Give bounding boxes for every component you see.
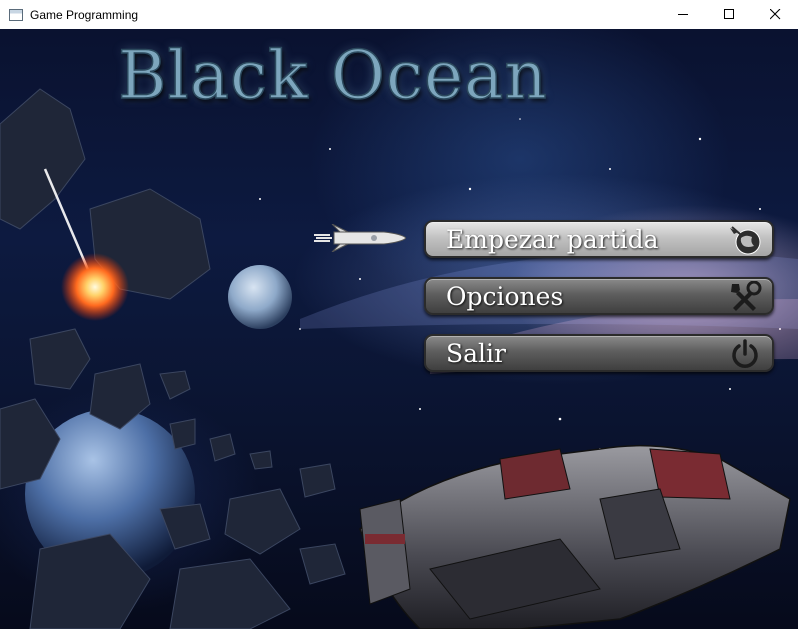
options-button[interactable]: Opciones	[424, 277, 774, 315]
close-button[interactable]	[752, 0, 798, 29]
game-window: Game Programming Black Ocean Empezar par…	[0, 0, 798, 629]
close-icon	[769, 9, 780, 20]
quit-label: Salir	[446, 338, 506, 368]
start-game-label: Empezar partida	[446, 224, 659, 254]
explosion	[61, 253, 129, 321]
window-controls	[660, 0, 798, 29]
game-logo-title: Black Ocean	[117, 36, 548, 115]
title-bar[interactable]: Game Programming	[0, 0, 798, 29]
start-game-button[interactable]: Empezar partida	[424, 220, 774, 258]
spaceship	[359, 444, 791, 629]
options-label: Opciones	[446, 281, 564, 311]
app-window-icon	[9, 8, 23, 21]
space-background	[0, 68, 798, 629]
minimize-button[interactable]	[660, 0, 706, 29]
quit-button[interactable]: Salir	[424, 334, 774, 372]
moon	[228, 265, 292, 329]
maximize-icon	[723, 9, 734, 19]
globe-comet-icon	[730, 226, 761, 255]
minimize-icon	[677, 14, 688, 15]
window-title: Game Programming	[30, 7, 139, 22]
maximize-button[interactable]	[706, 0, 752, 29]
power-icon	[732, 339, 758, 368]
rocket-icon	[314, 224, 406, 252]
tools-icon	[731, 281, 762, 311]
game-scene: Black Ocean Empezar partida Opciones Sal…	[0, 29, 798, 629]
